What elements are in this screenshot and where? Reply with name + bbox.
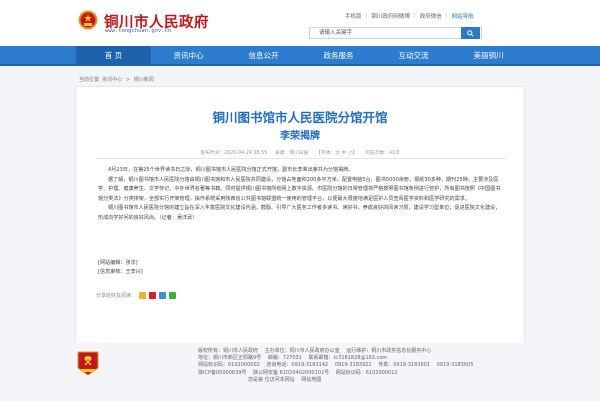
editor-info: [网站编辑：张淳] [信息审核：王李兴] — [98, 259, 143, 277]
web-editor: [网站编辑：张淳] — [98, 260, 138, 266]
site-code-text: 网站标识码：6102000012 — [335, 369, 398, 376]
breadcrumb-label: 当前位置: — [79, 77, 101, 83]
phone-text-2: 0919-3183922 — [334, 362, 372, 369]
divider: | — [445, 13, 448, 19]
fax-text-2: 0919-3183605 — [436, 362, 474, 369]
sitemap-link[interactable]: 网站地图 — [301, 377, 321, 383]
article-paragraph: 据了解，铜川图书馆市人民医院分馆由铜川图书馆和市人民医院共同建设，分馆占地面积2… — [98, 176, 501, 202]
national-emblem-icon — [78, 10, 98, 30]
divider: | — [413, 13, 416, 19]
article-meta: 发布时间：2020-04-24 08:55 来源：铜川日报 【字体：大 中 小】… — [76, 149, 524, 156]
breadcrumb-item-news[interactable]: 资讯中心 — [102, 77, 122, 83]
mobile-version-link[interactable]: 手机版 — [345, 12, 362, 20]
nav-item-gov-services[interactable]: 政务服务 — [301, 46, 376, 66]
divider: | — [365, 13, 368, 19]
nav-item-interaction[interactable]: 互动交流 — [376, 46, 451, 66]
nav-item-info-disclosure[interactable]: 信息公开 — [226, 46, 301, 66]
search-input[interactable] — [310, 28, 450, 38]
nav-item-news[interactable]: 资讯中心 — [151, 46, 226, 66]
view-count: 浏览次数：41次 — [364, 151, 400, 156]
article-source: 来源：铜川日报 — [274, 151, 309, 156]
breadcrumb-item-tongchuan-news[interactable]: 铜川新闻 — [134, 77, 154, 83]
fax-text: 传真：0919-3183601 — [378, 362, 431, 369]
search-box — [309, 27, 482, 39]
icp-link[interactable]: 陕ICP备05000839号 — [198, 370, 246, 376]
weibo-link[interactable]: 铜川政府网微博 — [371, 12, 410, 20]
info-reviewer: [信息审核：王李兴] — [98, 269, 143, 275]
share-bar: 分享给好友阅读： — [96, 292, 177, 299]
breadcrumb-separator: > — [125, 77, 131, 83]
tencent-share-icon[interactable] — [159, 292, 167, 299]
site-nav-link[interactable]: 网站导航 — [452, 12, 474, 20]
visitor-count-text: 您是第 位访问本网站 — [248, 376, 295, 383]
maintainer-text: 运行维护：铜川市政务信息化服务中心 — [346, 348, 432, 354]
organizer-text: 主办单位：铜川市人民政府办公室 — [264, 348, 340, 354]
search-icon — [467, 29, 474, 37]
font-size-switcher[interactable]: 【字体：大 中 小】 — [316, 151, 357, 156]
site-id-text: 网站标识码：6102000002 — [198, 362, 260, 369]
wechat-link[interactable]: 政府微信 — [420, 12, 442, 20]
copyright-text: 版权所有：铜川市人民政府 — [198, 348, 259, 354]
top-links: 手机版 | 铜川政府网微博 | 政府微信 | 网站导航 — [345, 12, 525, 20]
site-footer: 版权所有：铜川市人民政府 主办单位：铜川市人民政府办公室 运行维护：铜川市政务信… — [0, 343, 600, 401]
footer-info: 版权所有：铜川市人民政府 主办单位：铜川市人民政府办公室 运行维护：铜川市政务信… — [198, 348, 528, 384]
main-nav: 首 页 资讯中心 信息公开 政务服务 互动交流 美丽铜川 — [0, 46, 600, 66]
site-url: www.tongchuan.gov.cn — [105, 28, 172, 34]
divider — [96, 158, 506, 159]
email-text: 联系邮箱：tc3181828@163.com — [308, 355, 388, 362]
site-header: 铜川市人民政府 www.tongchuan.gov.cn 手机版 | 铜川政府网… — [0, 0, 600, 46]
breadcrumb: 当前位置: 资讯中心 > 铜川新闻 — [79, 76, 154, 83]
address-text: 地址：铜川市新区正阳路9号 — [198, 355, 262, 362]
phone-text: 咨询电话：0919-3183142 — [266, 362, 329, 369]
article-body: 4月23日，在第25个世界读书日之际，铜川图书馆市人民医院分馆正式开馆，副市长李… — [98, 166, 504, 223]
nav-item-beautiful-tongchuan[interactable]: 美丽铜川 — [451, 46, 526, 66]
publish-time: 发布时间：2020-04-24 08:55 — [200, 151, 268, 156]
postcode-text: 邮编：727031 — [267, 355, 302, 362]
search-button[interactable] — [461, 27, 480, 39]
article-card: 铜川图书馆市人民医院分馆开馆 李荣揭牌 发布时间：2020-04-24 08:5… — [75, 86, 525, 363]
article-paragraph: 铜川图书馆市人民医院分馆的建立旨在深入丰富医院文化建设内涵，鼓励、引导广大医务工… — [98, 205, 501, 221]
wechat-share-icon[interactable] — [169, 292, 177, 299]
share-label: 分享给好友阅读： — [96, 293, 137, 299]
party-emblem-icon — [77, 351, 99, 376]
qzone-share-icon[interactable] — [139, 292, 147, 299]
article-subtitle: 李荣揭牌 — [280, 131, 320, 142]
police-record-link[interactable]: 陕公网安备 61020402000102号 — [253, 370, 329, 376]
nav-item-home[interactable]: 首 页 — [76, 46, 151, 66]
weibo-share-icon[interactable] — [149, 292, 157, 299]
article-paragraph: 4月23日，在第25个世界读书日之际，铜川图书馆市人民医院分馆正式开馆，副市长李… — [108, 167, 354, 173]
article-title: 铜川图书馆市人民医院分馆开馆 — [212, 110, 388, 125]
